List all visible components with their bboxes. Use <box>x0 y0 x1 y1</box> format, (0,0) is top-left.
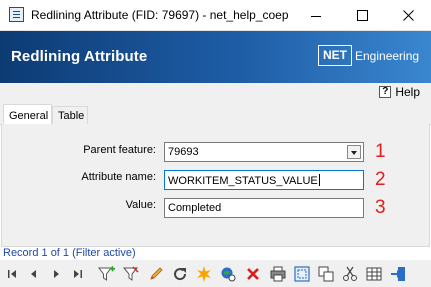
annotation-2: 2 <box>375 169 386 190</box>
help-button[interactable]: ? Help <box>379 85 420 99</box>
last-record-icon <box>74 270 82 278</box>
minimize-button[interactable] <box>293 0 339 31</box>
banner-title: Redlining Attribute <box>11 48 148 65</box>
annotation-1: 1 <box>375 141 386 162</box>
highlight-button[interactable] <box>194 264 214 284</box>
add-filter-icon <box>98 266 115 281</box>
value-label: Value: <box>125 199 156 211</box>
delete-button[interactable] <box>243 264 263 284</box>
close-icon <box>402 10 414 21</box>
exit-icon <box>391 267 405 281</box>
value-value: Completed <box>168 202 222 214</box>
cut-button[interactable] <box>340 264 360 284</box>
print-button[interactable] <box>268 264 288 284</box>
next-record-icon <box>54 270 59 278</box>
first-record-button[interactable] <box>2 264 22 284</box>
help-icon: ? <box>379 86 392 98</box>
zoom-to-button[interactable] <box>218 264 238 284</box>
tab-table[interactable]: Table <box>52 106 88 126</box>
cut-icon <box>343 266 357 281</box>
record-status: Record 1 of 1 (Filter active) <box>3 247 136 259</box>
edit-icon <box>150 267 163 280</box>
window-title: Redlining Attribute (FID: 79697) - net_h… <box>31 8 289 22</box>
last-record-button[interactable] <box>68 264 88 284</box>
refresh-button[interactable] <box>170 264 190 284</box>
previous-record-icon <box>31 270 36 278</box>
copy-button[interactable] <box>316 264 336 284</box>
first-record-icon <box>8 270 16 278</box>
refresh-icon <box>174 268 187 281</box>
delete-icon <box>247 268 259 280</box>
app-icon <box>9 7 24 22</box>
bottom-toolbar <box>0 260 431 287</box>
zoom-to-icon <box>221 267 236 282</box>
select-button[interactable] <box>292 264 312 284</box>
help-label: Help <box>395 85 420 99</box>
net-logo-text: Engineering <box>355 49 420 63</box>
attribute-name-value: WORKITEM_STATUS_VALUE <box>168 175 318 187</box>
minimize-icon <box>311 15 321 17</box>
parent-feature-value: 79693 <box>168 146 199 158</box>
record-bar: Record 1 of 1 (Filter active) <box>0 247 431 260</box>
table-button[interactable] <box>364 264 384 284</box>
header-banner: Redlining Attribute NET Engineering <box>0 31 431 83</box>
parent-feature-label: Parent feature: <box>83 144 156 156</box>
exit-button[interactable] <box>388 264 408 284</box>
highlight-icon <box>197 266 211 282</box>
print-icon <box>270 266 286 282</box>
next-record-button[interactable] <box>46 264 66 284</box>
help-bar: ? Help <box>0 83 431 103</box>
maximize-button[interactable] <box>339 0 385 31</box>
table-icon <box>366 267 382 281</box>
tab-strip: General Table <box>0 103 431 126</box>
tab-general[interactable]: General <box>3 104 52 126</box>
add-filter-button[interactable] <box>97 264 117 284</box>
select-icon <box>294 266 310 282</box>
maximize-icon <box>356 10 368 21</box>
chevron-down-icon[interactable] <box>347 145 361 159</box>
value-field[interactable]: Completed <box>164 198 364 218</box>
parent-feature-select[interactable]: 79693 <box>164 142 364 162</box>
annotation-3: 3 <box>375 197 386 218</box>
title-bar: Redlining Attribute (FID: 79697) - net_h… <box>0 0 431 31</box>
text-caret <box>318 174 320 186</box>
previous-record-button[interactable] <box>24 264 44 284</box>
filter-button[interactable] <box>121 264 141 284</box>
attribute-name-field[interactable]: WORKITEM_STATUS_VALUE <box>164 170 364 190</box>
net-logo: NET <box>318 45 352 66</box>
edit-button[interactable] <box>146 264 166 284</box>
filter-icon <box>123 266 139 281</box>
copy-icon <box>318 266 334 282</box>
attribute-name-label: Attribute name: <box>81 171 156 183</box>
close-button[interactable] <box>385 0 431 31</box>
